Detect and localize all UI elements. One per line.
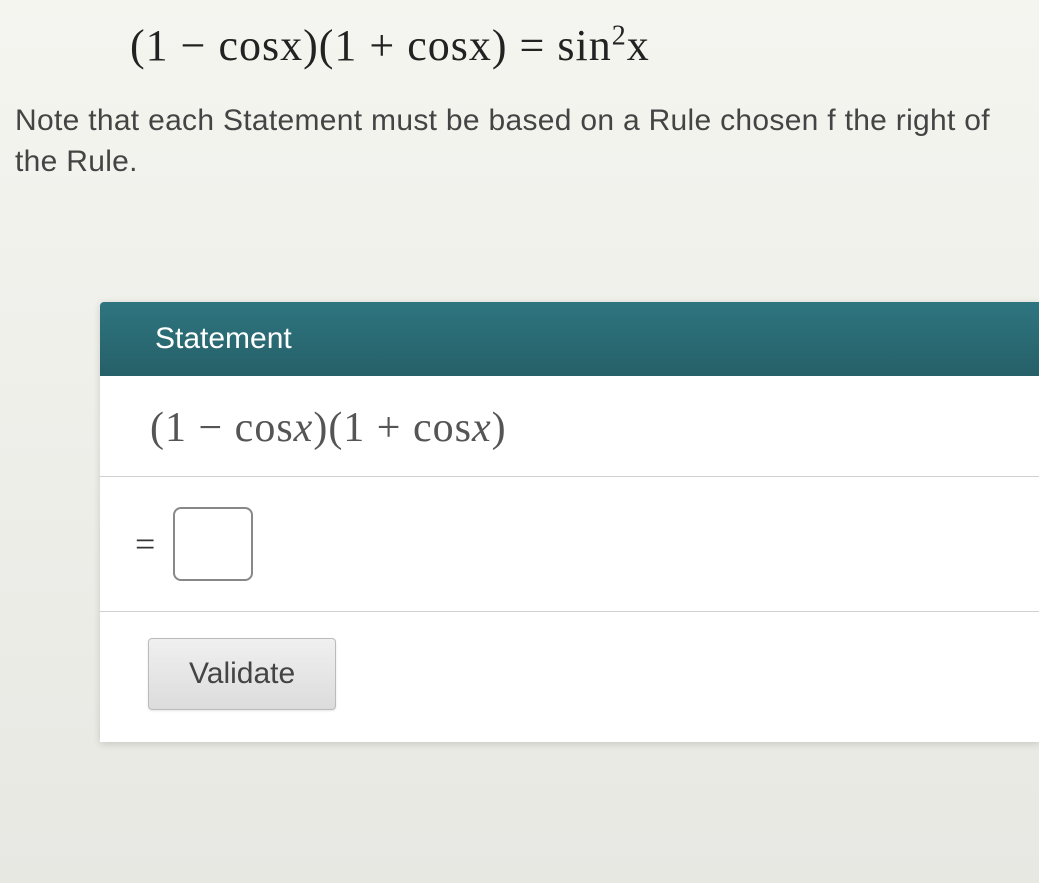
equals-label: = [135, 523, 155, 565]
statement-panel: Statement (1 − cosx)(1 + cosx) = Validat… [100, 302, 1039, 742]
given-expression: (1 − cosx)(1 + cosx) [100, 376, 1039, 477]
validate-row: Validate [100, 612, 1039, 742]
problem-equation: (1 − cosx)(1 + cosx) = sin2x [0, 0, 1039, 71]
validate-button[interactable]: Validate [148, 638, 336, 710]
answer-row: = [100, 477, 1039, 612]
answer-input[interactable] [173, 507, 253, 581]
panel-header: Statement [100, 302, 1039, 376]
instruction-note: Note that each Statement must be based o… [0, 71, 1039, 182]
